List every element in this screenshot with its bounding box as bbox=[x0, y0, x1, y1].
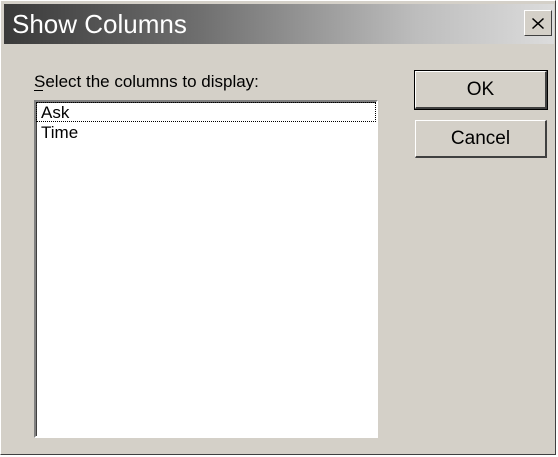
close-icon bbox=[532, 17, 544, 29]
columns-prompt-label: Select the columns to display: bbox=[34, 72, 259, 91]
columns-listbox[interactable]: Ask Time bbox=[34, 100, 378, 438]
list-item-time[interactable]: Time bbox=[36, 122, 376, 142]
show-columns-dialog: Show Columns Select the columns to displ… bbox=[0, 0, 556, 455]
list-item-ask[interactable]: Ask bbox=[36, 102, 376, 122]
accelerator-underline bbox=[34, 90, 43, 91]
dialog-title: Show Columns bbox=[12, 9, 187, 39]
ok-button[interactable]: OK bbox=[414, 70, 548, 110]
close-button[interactable] bbox=[524, 10, 552, 36]
cancel-button[interactable]: Cancel bbox=[415, 120, 547, 158]
title-bar: Show Columns bbox=[4, 4, 554, 44]
